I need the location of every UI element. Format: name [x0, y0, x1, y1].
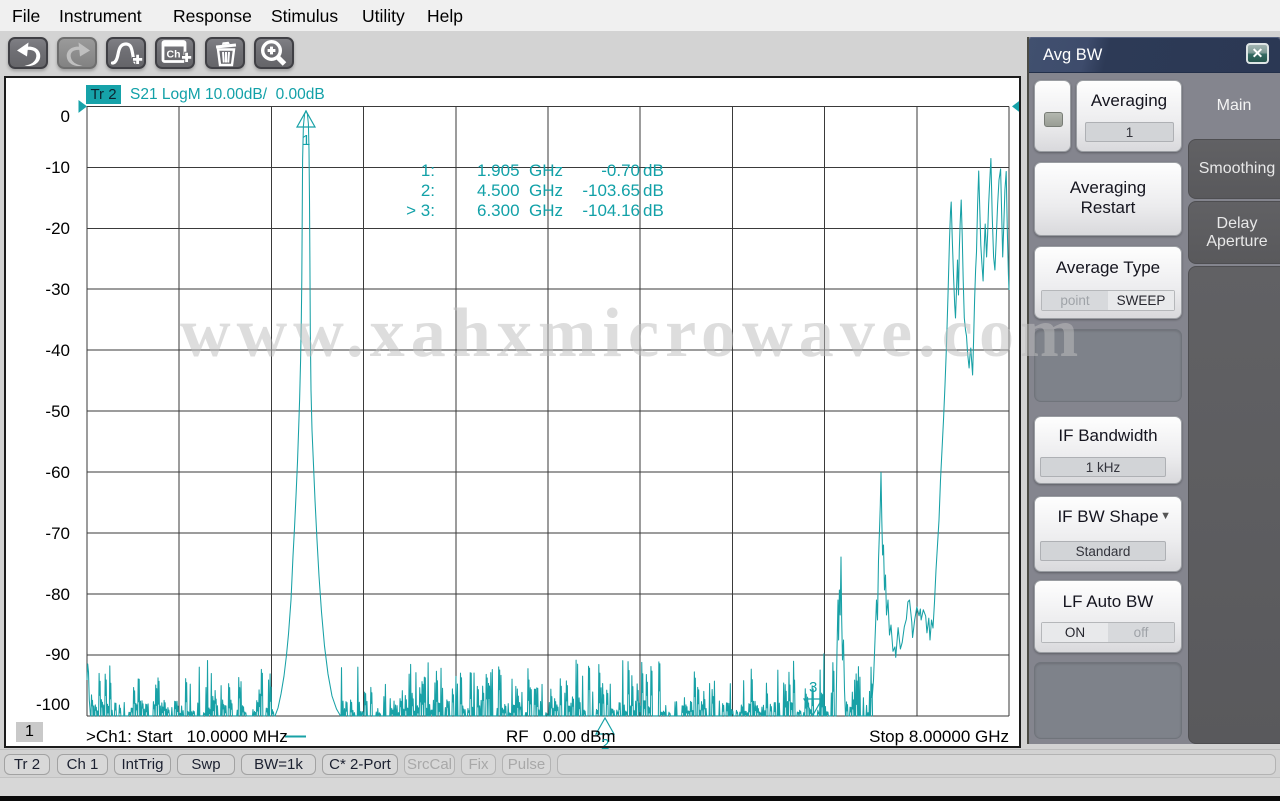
- svg-text:Ch: Ch: [167, 49, 181, 61]
